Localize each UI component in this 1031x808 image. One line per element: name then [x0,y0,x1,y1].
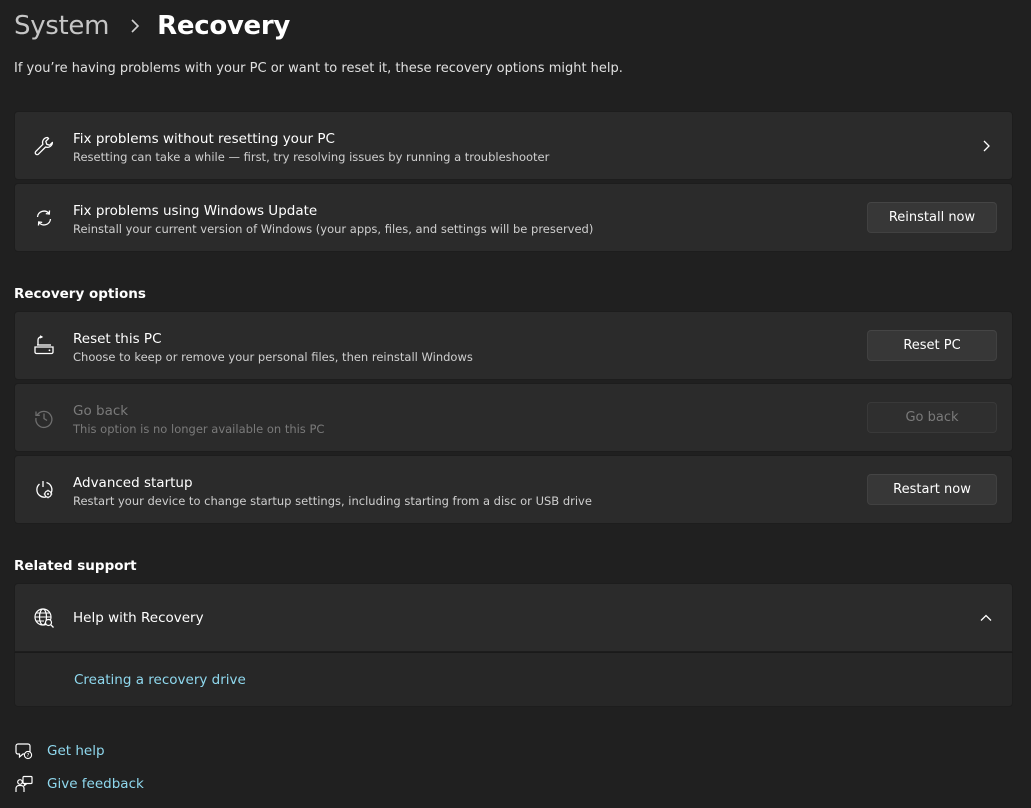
history-icon [32,406,56,430]
power-gear-icon [32,478,56,502]
sync-icon [32,206,56,230]
fix-without-reset-subtitle: Resetting can take a while — first, try … [73,150,550,164]
chevron-right-icon [978,138,994,154]
restart-now-button[interactable]: Restart now [867,473,997,505]
feedback-person-icon [14,774,34,794]
windows-update-subtitle: Reinstall your current version of Window… [73,222,594,236]
svg-text:?: ? [27,753,30,759]
give-feedback-link[interactable]: Give feedback [14,774,144,794]
breadcrumb-system[interactable]: System [14,11,109,41]
fix-without-reset-card[interactable]: Fix problems without resetting your PC R… [14,111,1013,180]
get-help-link[interactable]: ? Get help [14,741,105,761]
recovery-settings-page: System Recovery If you’re having problem… [0,0,1031,808]
page-title: Recovery [157,11,291,41]
reset-pc-button[interactable]: Reset PC [867,329,997,361]
recovery-options-heading: Recovery options [14,286,146,302]
go-back-button: Go back [867,401,997,433]
reset-pc-icon [32,334,56,358]
creating-recovery-drive-link[interactable]: Creating a recovery drive [74,672,246,688]
reset-pc-title: Reset this PC [73,331,162,347]
give-feedback-label[interactable]: Give feedback [47,776,144,792]
chevron-up-icon[interactable] [978,610,994,626]
help-chat-icon: ? [14,741,34,761]
go-back-title: Go back [73,403,129,419]
intro-text: If you’re having problems with your PC o… [14,61,623,76]
fix-without-reset-title: Fix problems without resetting your PC [73,131,335,147]
go-back-card: Go back This option is no longer availab… [14,383,1013,452]
reinstall-now-button[interactable]: Reinstall now [867,201,997,233]
reset-pc-subtitle: Choose to keep or remove your personal f… [73,350,473,364]
help-with-recovery-title: Help with Recovery [73,610,204,626]
related-support-heading: Related support [14,558,137,574]
advanced-startup-card: Advanced startup Restart your device to … [14,455,1013,524]
chevron-right-icon [125,16,145,36]
windows-update-card: Fix problems using Windows Update Reinst… [14,183,1013,252]
help-with-recovery-content: Creating a recovery drive [14,652,1013,707]
get-help-label[interactable]: Get help [47,743,105,759]
reset-pc-card: Reset this PC Choose to keep or remove y… [14,311,1013,380]
wrench-icon [32,134,56,158]
globe-search-icon [32,606,56,630]
windows-update-title: Fix problems using Windows Update [73,203,318,219]
go-back-subtitle: This option is no longer available on th… [73,422,325,436]
advanced-startup-subtitle: Restart your device to change startup se… [73,494,592,508]
help-with-recovery-expander[interactable]: Help with Recovery [14,583,1013,652]
advanced-startup-title: Advanced startup [73,475,193,491]
breadcrumb: System Recovery [14,6,290,46]
